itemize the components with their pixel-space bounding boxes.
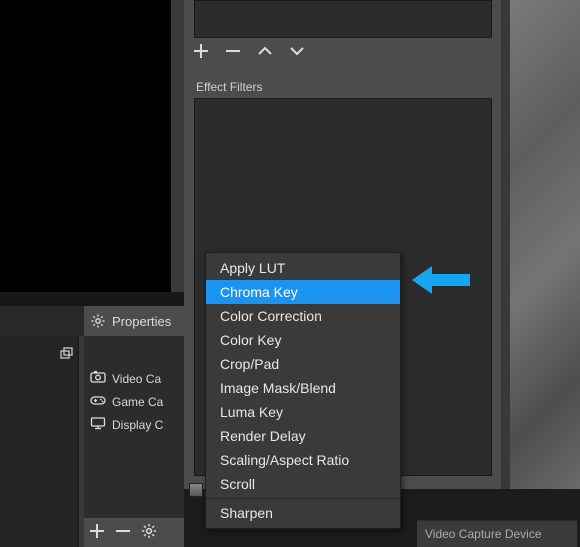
filter-thumb-icon [189, 483, 203, 497]
source-label: Video Ca [112, 372, 161, 386]
menu-item-sharpen[interactable]: Sharpen [206, 501, 400, 525]
vertical-separator [78, 336, 79, 547]
menu-item-image-mask-blend[interactable]: Image Mask/Blend [206, 376, 400, 400]
menu-item-chroma-key[interactable]: Chroma Key [206, 280, 400, 304]
left-panel-blank [0, 306, 84, 336]
separator-dark [0, 292, 184, 306]
properties-tab[interactable]: Properties [84, 306, 184, 336]
gamepad-icon [90, 393, 106, 410]
move-up-icon[interactable] [256, 42, 274, 63]
filter-controls-row [192, 42, 306, 63]
source-label: Game Ca [112, 395, 163, 409]
remove-icon[interactable] [114, 522, 132, 543]
source-item-video-capture[interactable]: Video Ca [84, 367, 184, 390]
panel-title: Video Capture Device [425, 527, 542, 541]
preview-left [0, 0, 171, 292]
menu-item-apply-lut[interactable]: Apply LUT [206, 256, 400, 280]
bottom-toolbar [88, 522, 158, 543]
properties-label: Properties [112, 314, 171, 329]
camera-icon [90, 370, 106, 387]
source-item-display-capture[interactable]: Display C [84, 413, 184, 436]
menu-item-scroll[interactable]: Scroll [206, 472, 400, 496]
preview-right [510, 0, 580, 489]
add-icon[interactable] [192, 42, 210, 63]
restore-panel-icon[interactable] [58, 346, 74, 362]
source-item-game-capture[interactable]: Game Ca [84, 390, 184, 413]
menu-item-scaling-aspect[interactable]: Scaling/Aspect Ratio [206, 448, 400, 472]
menu-separator [206, 498, 400, 499]
menu-item-color-key[interactable]: Color Key [206, 328, 400, 352]
gear-icon[interactable] [140, 522, 158, 543]
gear-icon [90, 313, 106, 329]
menu-item-luma-key[interactable]: Luma Key [206, 400, 400, 424]
sources-list: Video Ca Game Ca Display C [84, 367, 184, 436]
remove-icon[interactable] [224, 42, 242, 63]
add-icon[interactable] [88, 522, 106, 543]
move-down-icon[interactable] [288, 42, 306, 63]
effect-filters-label: Effect Filters [196, 80, 262, 94]
menu-item-crop-pad[interactable]: Crop/Pad [206, 352, 400, 376]
menu-item-color-correction[interactable]: Color Correction [206, 304, 400, 328]
source-label: Display C [112, 418, 163, 432]
menu-item-render-delay[interactable]: Render Delay [206, 424, 400, 448]
add-filter-context-menu: Apply LUT Chroma Key Color Correction Co… [205, 252, 401, 529]
video-capture-device-panel[interactable]: Video Capture Device [417, 520, 577, 547]
left-darkfill [0, 336, 78, 547]
audio-filters-listbox[interactable] [194, 0, 492, 38]
annotation-arrow-icon [412, 266, 470, 294]
monitor-icon [90, 416, 106, 433]
